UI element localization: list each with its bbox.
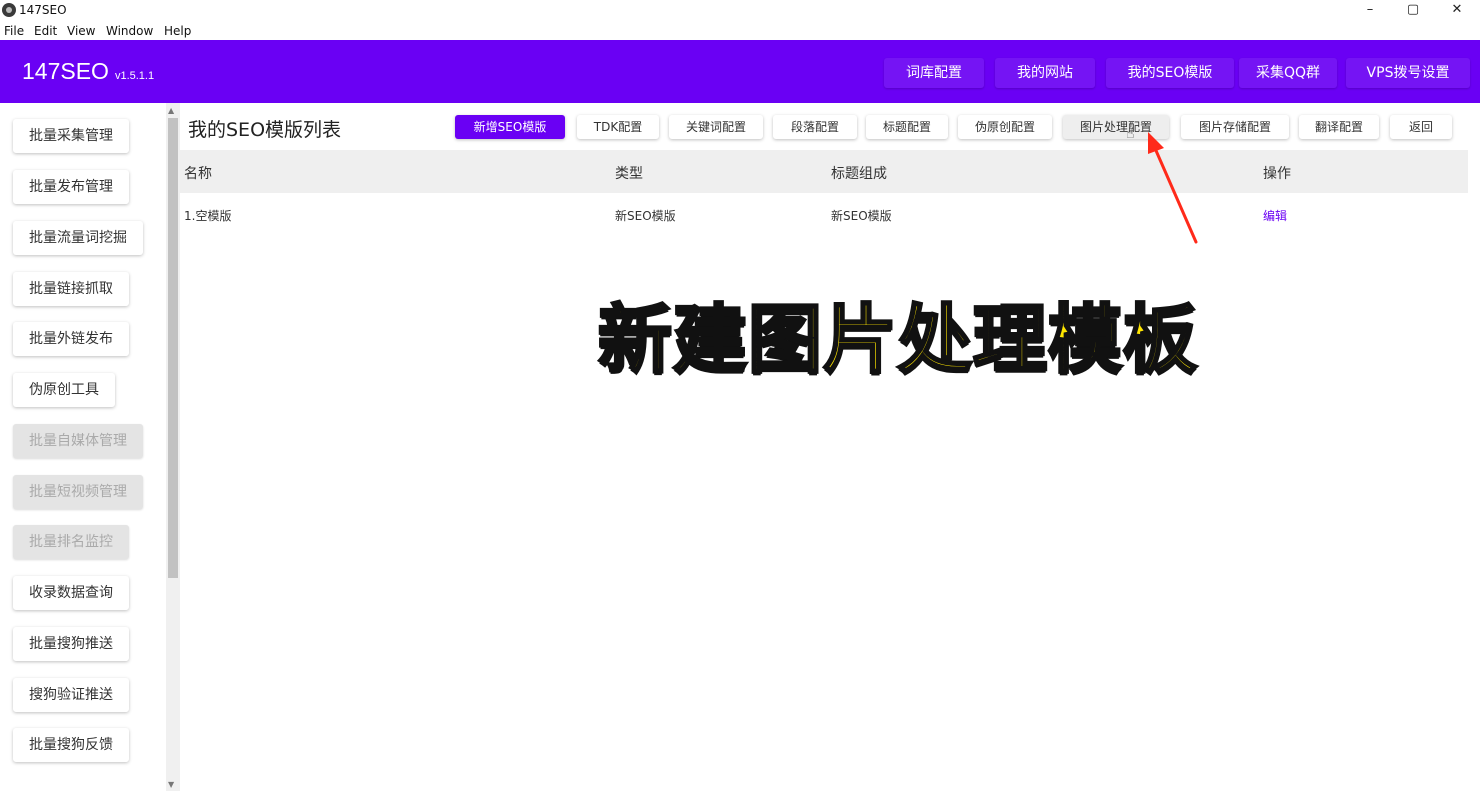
nav-my-website[interactable]: 我的网站	[995, 58, 1095, 88]
translate-config-button[interactable]: 翻译配置	[1299, 115, 1379, 139]
maximize-button[interactable]: ▢	[1393, 0, 1433, 22]
nav-my-seo-template[interactable]: 我的SEO模版	[1106, 58, 1234, 88]
menu-window[interactable]: Window	[106, 24, 153, 38]
paragraph-config-button[interactable]: 段落配置	[773, 115, 857, 139]
close-button[interactable]: ✕	[1437, 0, 1477, 22]
title-config-button[interactable]: 标题配置	[866, 115, 948, 139]
title-bar: 147SEO – ▢ ✕	[0, 0, 1484, 22]
scroll-down-icon[interactable]: ▼	[168, 780, 174, 789]
sidebar-item-rank-monitor: 批量排名监控	[13, 525, 129, 559]
app-icon	[2, 3, 16, 17]
sidebar: 批量采集管理 批量发布管理 批量流量词挖掘 批量链接抓取 批量外链发布 伪原创工…	[0, 103, 165, 791]
column-header-title-compose: 标题组成	[831, 166, 887, 182]
nav-vps-dial-settings[interactable]: VPS拨号设置	[1346, 58, 1470, 88]
page-title: 我的SEO模版列表	[188, 119, 342, 141]
nav-lexicon-config[interactable]: 词库配置	[884, 58, 984, 88]
version-label: v1.5.1.1	[114, 70, 155, 82]
sidebar-item-external-links[interactable]: 批量外链发布	[13, 322, 129, 356]
hand-cursor-icon: ☝	[1126, 126, 1135, 142]
column-header-type: 类型	[615, 166, 643, 182]
sidebar-item-sogou-push[interactable]: 批量搜狗推送	[13, 627, 129, 661]
back-button[interactable]: 返回	[1390, 115, 1452, 139]
tdk-config-button[interactable]: TDK配置	[577, 115, 659, 139]
red-arrow-icon	[1148, 132, 1198, 244]
sidebar-item-traffic-keywords[interactable]: 批量流量词挖掘	[13, 221, 143, 255]
keyword-config-button[interactable]: 关键词配置	[669, 115, 763, 139]
column-header-action: 操作	[1263, 166, 1291, 182]
sidebar-item-batch-publish[interactable]: 批量发布管理	[13, 170, 129, 204]
cell-name: 1.空模版	[184, 209, 232, 223]
sidebar-item-sogou-feedback[interactable]: 批量搜狗反馈	[13, 728, 129, 762]
table-header: 名称 类型 标题组成 操作	[180, 150, 1468, 193]
sidebar-item-batch-collect[interactable]: 批量采集管理	[13, 119, 129, 153]
brand-logo: 147SEO v1.5.1.1	[22, 58, 154, 85]
menu-view[interactable]: View	[67, 24, 95, 38]
sidebar-item-pseudo-original[interactable]: 伪原创工具	[13, 373, 115, 407]
overlay-caption: 新建图片处理模板	[597, 296, 1199, 385]
sidebar-item-link-crawl[interactable]: 批量链接抓取	[13, 272, 129, 306]
nav-collect-qq-group[interactable]: 采集QQ群	[1239, 58, 1337, 88]
window-title: 147SEO	[19, 3, 67, 17]
cell-title-compose: 新SEO模版	[831, 209, 892, 223]
scroll-up-icon[interactable]: ▲	[168, 106, 174, 115]
add-seo-template-button[interactable]: 新增SEO模版	[455, 115, 565, 139]
menu-help[interactable]: Help	[164, 24, 191, 38]
cell-type: 新SEO模版	[615, 209, 676, 223]
pseudo-original-config-button[interactable]: 伪原创配置	[958, 115, 1052, 139]
edit-link[interactable]: 编辑	[1263, 207, 1287, 224]
menu-file[interactable]: File	[4, 24, 24, 38]
column-header-name: 名称	[184, 166, 212, 182]
sidebar-item-short-video: 批量短视频管理	[13, 475, 143, 509]
menu-bar: File Edit View Window Help	[0, 22, 1484, 40]
minimize-button[interactable]: –	[1350, 0, 1390, 22]
sidebar-scroll-thumb[interactable]	[168, 118, 178, 578]
menu-edit[interactable]: Edit	[34, 24, 57, 38]
brand-name: 147SEO	[22, 58, 109, 84]
sidebar-item-self-media: 批量自媒体管理	[13, 424, 143, 458]
sidebar-item-sogou-verify-push[interactable]: 搜狗验证推送	[13, 678, 129, 712]
sidebar-item-index-query[interactable]: 收录数据查询	[13, 576, 129, 610]
app-header: 147SEO v1.5.1.1 词库配置 我的网站 我的SEO模版 采集QQ群 V…	[0, 40, 1480, 103]
